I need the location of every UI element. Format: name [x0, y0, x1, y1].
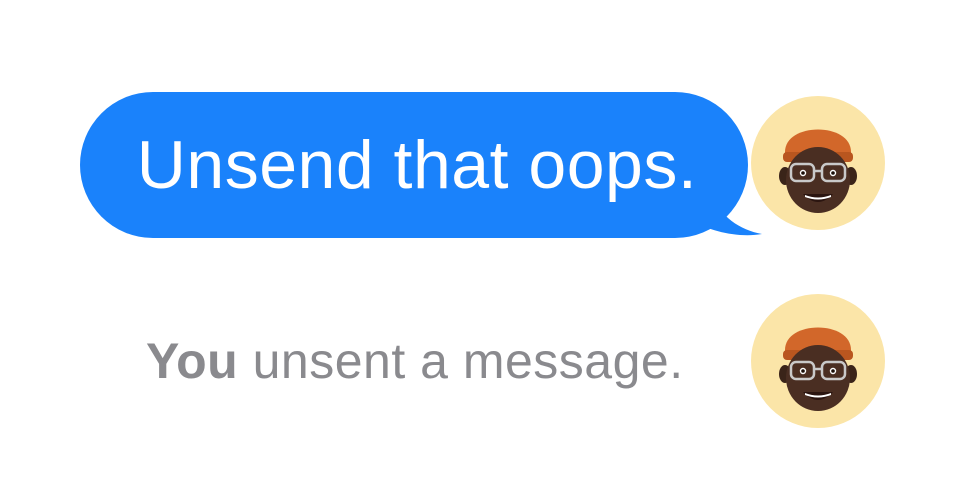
unsent-notice-text: unsent a message.: [238, 333, 684, 389]
sent-message-text: Unsend that oops.: [136, 127, 698, 203]
memoji-avatar-icon: [779, 129, 857, 213]
memoji-avatar-icon: [779, 327, 857, 411]
unsent-notice-subject: You: [146, 333, 239, 389]
sent-message-bubble[interactable]: Unsend that oops.: [80, 92, 762, 240]
sender-avatar-notice[interactable]: [751, 294, 885, 428]
sender-avatar[interactable]: [751, 96, 885, 230]
unsent-notice: You unsent a message.: [146, 336, 684, 386]
